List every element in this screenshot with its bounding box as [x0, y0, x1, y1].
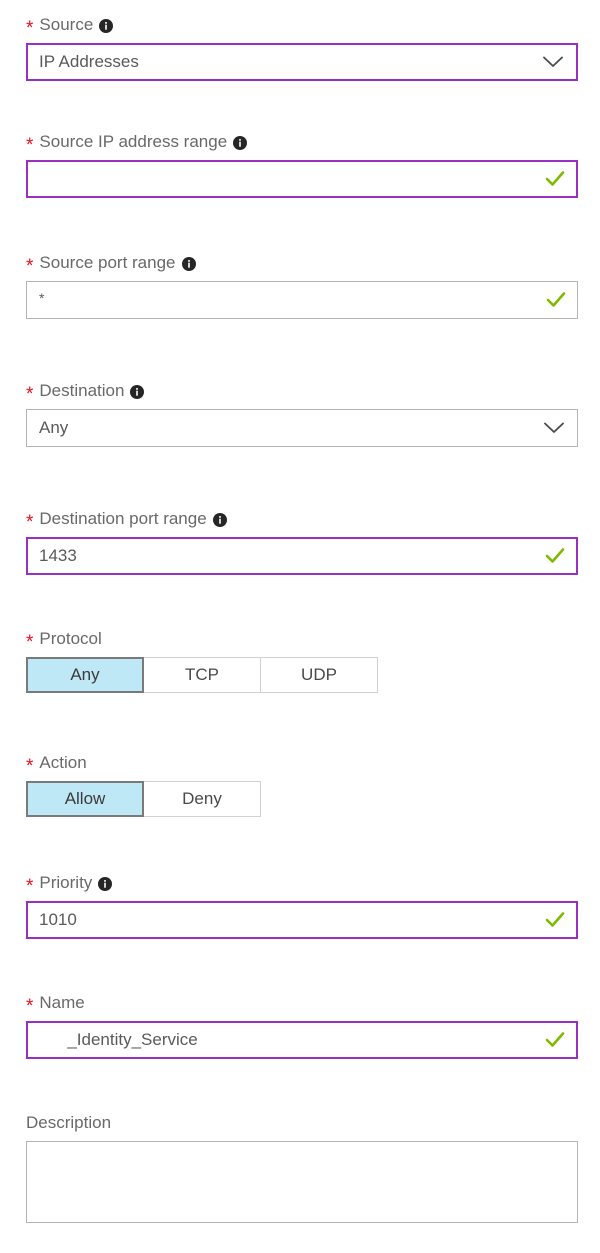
protocol-option-any[interactable]: Any [26, 657, 144, 693]
required-asterisk: * [26, 995, 34, 1017]
required-asterisk: * [26, 631, 34, 653]
action-toggle-group: Allow Deny [26, 781, 578, 817]
label-text: Destination port range [39, 509, 207, 528]
label-text: Source port range [39, 253, 176, 272]
source-port-range-value: * [39, 290, 45, 306]
priority-input[interactable]: 1010 [26, 901, 578, 939]
info-icon[interactable] [181, 257, 196, 271]
label-protocol: * Protocol [26, 628, 578, 653]
check-icon [540, 547, 570, 565]
required-asterisk: * [26, 755, 34, 777]
field-destination: * Destination Any [26, 380, 578, 447]
priority-value: 1010 [39, 910, 77, 929]
name-value: _Identity_Service [39, 1030, 198, 1049]
label-action: * Action [26, 752, 578, 777]
chevron-down-icon[interactable] [539, 422, 569, 434]
source-value: IP Addresses [39, 52, 139, 71]
label-text: Protocol [39, 629, 102, 648]
description-textarea[interactable] [26, 1141, 578, 1223]
check-icon [540, 170, 570, 188]
protocol-option-tcp[interactable]: TCP [144, 657, 261, 693]
label-text: Destination [39, 381, 125, 400]
required-asterisk: * [26, 875, 34, 897]
field-destination-port-range: * Destination port range 1433 [26, 508, 578, 575]
name-input[interactable]: _Identity_Service [26, 1021, 578, 1059]
label-destination-port-range: * Destination port range [26, 508, 578, 533]
label-text: Name [39, 993, 85, 1012]
label-text: Action [39, 753, 87, 772]
field-description: Description [26, 1112, 578, 1223]
destination-value: Any [39, 418, 69, 437]
protocol-option-udp[interactable]: UDP [261, 657, 378, 693]
label-text: Source [39, 15, 94, 34]
label-text: Description [26, 1113, 112, 1132]
source-ip-range-input[interactable] [26, 160, 578, 198]
info-icon[interactable] [233, 136, 248, 150]
source-dropdown[interactable]: IP Addresses [26, 43, 578, 81]
field-priority: * Priority 1010 [26, 872, 578, 939]
action-option-deny[interactable]: Deny [144, 781, 261, 817]
check-icon [540, 1031, 570, 1049]
label-text: Source IP address range [39, 132, 228, 151]
required-asterisk: * [26, 134, 34, 156]
required-asterisk: * [26, 255, 34, 277]
field-protocol: * Protocol Any TCP UDP [26, 628, 578, 693]
label-source-port-range: * Source port range [26, 252, 578, 277]
field-source-port-range: * Source port range * [26, 252, 578, 319]
label-destination: * Destination [26, 380, 578, 405]
protocol-toggle-group: Any TCP UDP [26, 657, 578, 693]
destination-port-range-input[interactable]: 1433 [26, 537, 578, 575]
info-icon[interactable] [212, 513, 227, 527]
info-icon[interactable] [99, 19, 114, 33]
required-asterisk: * [26, 511, 34, 533]
required-asterisk: * [26, 17, 34, 39]
destination-port-range-value: 1433 [39, 546, 77, 565]
source-port-range-input[interactable]: * [26, 281, 578, 319]
label-source: * Source [26, 14, 578, 39]
chevron-down-icon[interactable] [538, 56, 568, 68]
label-priority: * Priority [26, 872, 578, 897]
field-source-ip-range: * Source IP address range [26, 131, 578, 198]
label-text: Priority [39, 873, 93, 892]
check-icon [541, 291, 571, 309]
destination-dropdown[interactable]: Any [26, 409, 578, 447]
label-description: Description [26, 1112, 578, 1134]
field-action: * Action Allow Deny [26, 752, 578, 817]
security-rule-form: * Source IP Addresses * Source IP addres… [0, 0, 600, 1253]
required-asterisk: * [26, 383, 34, 405]
field-source: * Source IP Addresses [26, 14, 578, 81]
field-name: * Name _Identity_Service [26, 992, 578, 1059]
label-name: * Name [26, 992, 578, 1017]
info-icon[interactable] [130, 385, 145, 399]
check-icon [540, 911, 570, 929]
label-source-ip-range: * Source IP address range [26, 131, 578, 156]
action-option-allow[interactable]: Allow [26, 781, 144, 817]
info-icon[interactable] [98, 877, 113, 891]
